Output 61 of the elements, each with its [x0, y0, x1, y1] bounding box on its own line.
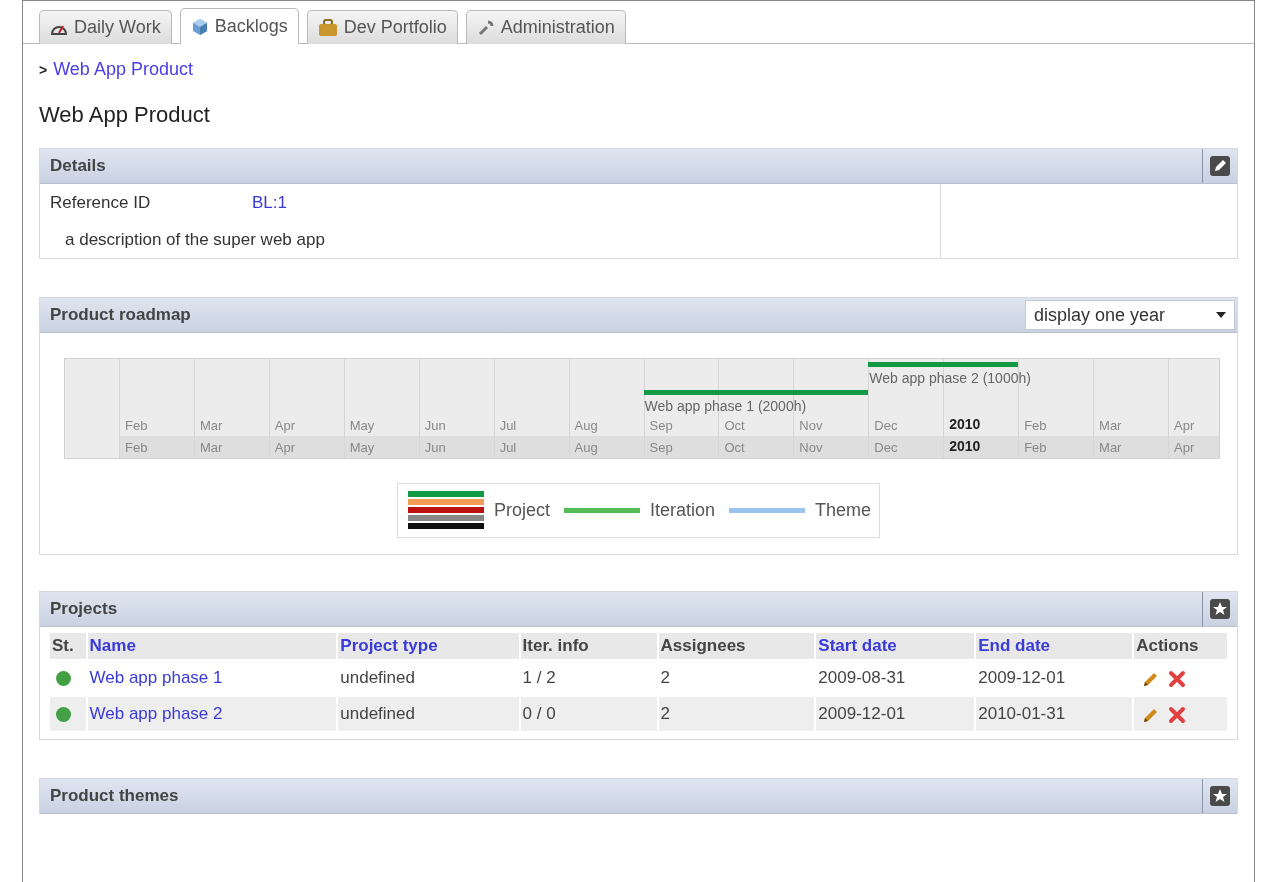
tab[interactable]: Administration: [465, 10, 626, 44]
range-dropdown[interactable]: display one year: [1025, 300, 1235, 330]
table-cell-text: 2: [659, 667, 671, 689]
month-label: 2010: [943, 436, 1019, 458]
briefcase-icon: [317, 18, 338, 37]
breadcrumb-link[interactable]: Web App Product: [53, 59, 193, 80]
month-label: Aug: [568, 436, 644, 458]
legend-label: Project: [493, 499, 550, 521]
table-cell: 0 / 0: [520, 697, 657, 731]
month-label: Mar: [193, 436, 269, 458]
column-header: St.: [50, 633, 86, 659]
column-header: Actions: [1134, 633, 1227, 659]
tab[interactable]: Dev Portfolio: [306, 10, 458, 44]
delete-icon[interactable]: [1168, 669, 1187, 688]
month-label: Mar: [1093, 436, 1168, 458]
dropdown-caret-icon: [1216, 312, 1226, 318]
column-header[interactable]: Project type: [338, 633, 519, 659]
column-header[interactable]: Name: [87, 633, 337, 659]
bar-label: Web app phase 2 (1000h): [869, 370, 1031, 386]
month-label: Jun: [418, 436, 494, 458]
month-label: Apr: [268, 436, 344, 458]
bar-label: Web app phase 1 (2000h): [644, 398, 807, 414]
table-cell-text: 2009-12-01: [977, 667, 1067, 689]
table-cell: 2: [658, 697, 815, 731]
legend-label: Theme: [815, 499, 872, 521]
table-cell-text: undefined: [339, 667, 416, 689]
column-header: Iter. info: [520, 633, 657, 659]
month-label: Oct: [718, 436, 794, 458]
month-label: Jul: [493, 436, 569, 458]
month-label: May: [343, 436, 419, 458]
tab[interactable]: Backlogs: [179, 8, 299, 44]
column-header[interactable]: Start date: [816, 633, 975, 659]
panel-title: Details: [49, 156, 107, 176]
breadcrumb-separator: >: [39, 62, 48, 78]
description-text: a description of the super web app: [64, 229, 326, 250]
month-label: Nov: [793, 436, 869, 458]
legend-label: Iteration: [649, 499, 715, 521]
panel-title: Projects: [49, 599, 119, 619]
table-cell-text: 2009-08-31: [817, 667, 907, 689]
table-cell: 2009-12-01: [816, 697, 975, 731]
column-header: Assignees: [658, 633, 815, 659]
panel-title: Product roadmap: [49, 305, 192, 325]
panel-title: Product themes: [49, 786, 180, 806]
edit-icon[interactable]: [1210, 156, 1230, 176]
month-label: Sep: [643, 436, 719, 458]
table-cell-text: 1 / 2: [521, 667, 557, 689]
month-label: Dec: [868, 436, 944, 458]
month-label: Feb: [1018, 436, 1094, 458]
month-label: Feb: [119, 436, 194, 458]
wrench-icon: [476, 18, 495, 37]
cube-icon: [190, 17, 209, 36]
tab[interactable]: Daily Work: [39, 10, 172, 44]
page-title: Web App Product: [39, 102, 211, 128]
table-cell: 2010-01-31: [976, 697, 1133, 731]
project-link[interactable]: Web app phase 1: [89, 668, 223, 687]
table-cell: undefined: [338, 697, 519, 731]
delete-icon[interactable]: [1168, 705, 1187, 724]
column-header[interactable]: End date: [976, 633, 1133, 659]
field-label: Reference ID: [50, 193, 152, 213]
month-label: Apr: [1168, 436, 1219, 458]
field-value: BL:1: [252, 193, 287, 213]
